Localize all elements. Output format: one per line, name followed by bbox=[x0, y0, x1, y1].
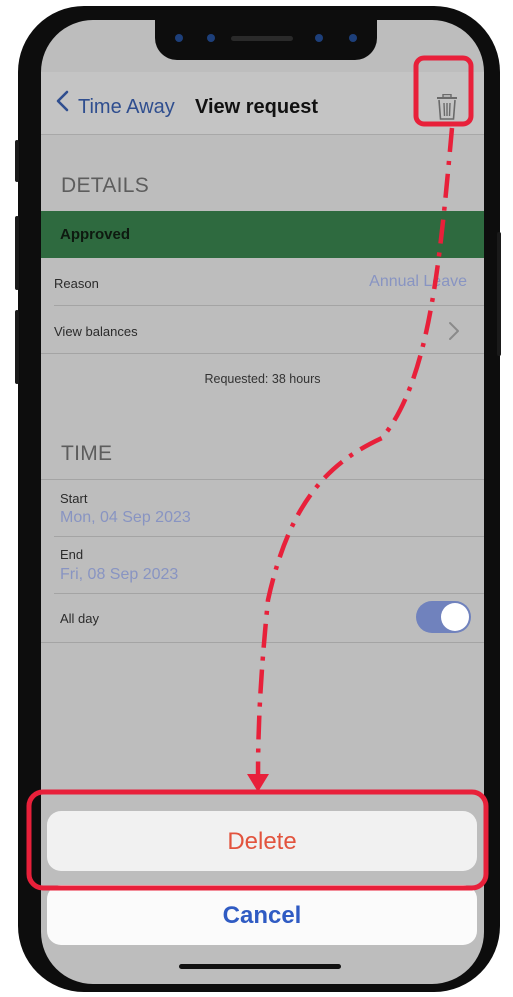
toggle-knob bbox=[441, 603, 469, 631]
all-day-toggle[interactable] bbox=[416, 601, 471, 633]
divider bbox=[54, 593, 484, 594]
cancel-button[interactable]: Cancel bbox=[47, 902, 477, 930]
time-section-header: TIME bbox=[61, 442, 113, 465]
divider bbox=[41, 353, 484, 354]
home-indicator bbox=[179, 964, 341, 969]
mute-switch bbox=[15, 140, 19, 182]
sensor-icon bbox=[315, 34, 323, 42]
cancel-action-sheet: Cancel bbox=[47, 885, 477, 945]
reason-label: Reason bbox=[54, 276, 99, 291]
start-label: Start bbox=[60, 491, 88, 506]
divider bbox=[54, 536, 484, 537]
power-button bbox=[497, 232, 501, 356]
notch bbox=[155, 20, 377, 60]
end-date-value[interactable]: Fri, 08 Sep 2023 bbox=[60, 566, 178, 584]
all-day-label: All day bbox=[60, 611, 100, 626]
back-button-label[interactable]: Time Away bbox=[78, 96, 175, 119]
sensor-icon bbox=[207, 34, 215, 42]
delete-action-sheet: Delete bbox=[47, 811, 477, 871]
divider bbox=[41, 479, 484, 480]
app-screen: Time Away View request DETAILS Approved … bbox=[41, 20, 484, 984]
start-date-value[interactable]: Mon, 04 Sep 2023 bbox=[60, 509, 191, 527]
chevron-right-icon[interactable] bbox=[446, 320, 462, 342]
sensor-icon bbox=[349, 34, 357, 42]
speaker-grille bbox=[231, 36, 293, 41]
chevron-left-icon[interactable] bbox=[53, 90, 75, 112]
details-section-header: DETAILS bbox=[61, 174, 150, 197]
delete-button[interactable]: Delete bbox=[47, 828, 477, 856]
status-badge: Approved bbox=[41, 211, 484, 258]
view-balances-label[interactable]: View balances bbox=[54, 324, 138, 339]
volume-up-button bbox=[15, 216, 19, 290]
end-label: End bbox=[60, 547, 84, 562]
trash-icon[interactable] bbox=[435, 94, 459, 120]
divider bbox=[54, 305, 484, 306]
divider bbox=[41, 642, 484, 643]
status-text: Approved bbox=[60, 226, 131, 243]
volume-down-button bbox=[15, 310, 19, 384]
page-title: View request bbox=[195, 96, 319, 118]
camera-icon bbox=[175, 34, 183, 42]
navigation-bar: Time Away View request bbox=[41, 72, 484, 135]
reason-value: Annual Leave bbox=[369, 273, 467, 290]
requested-hours-note: Requested: 38 hours bbox=[204, 372, 321, 386]
